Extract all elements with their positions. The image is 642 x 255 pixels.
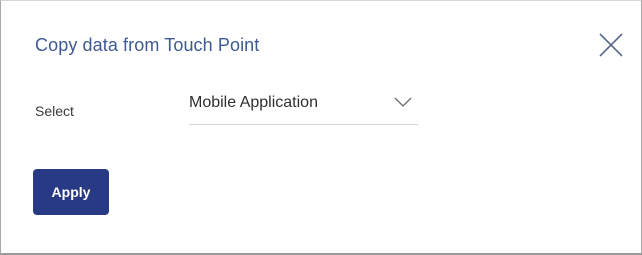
copy-data-dialog: Copy data from Touch Point Select Mobile… bbox=[0, 0, 642, 255]
select-value: Mobile Application bbox=[189, 94, 318, 111]
touch-point-select[interactable]: Mobile Application bbox=[189, 87, 418, 125]
dialog-title: Copy data from Touch Point bbox=[35, 35, 260, 55]
close-button[interactable] bbox=[597, 31, 625, 59]
close-icon bbox=[599, 33, 623, 57]
apply-button[interactable]: Apply bbox=[33, 169, 109, 215]
select-label: Select bbox=[35, 103, 74, 119]
chevron-down-icon bbox=[394, 96, 412, 108]
